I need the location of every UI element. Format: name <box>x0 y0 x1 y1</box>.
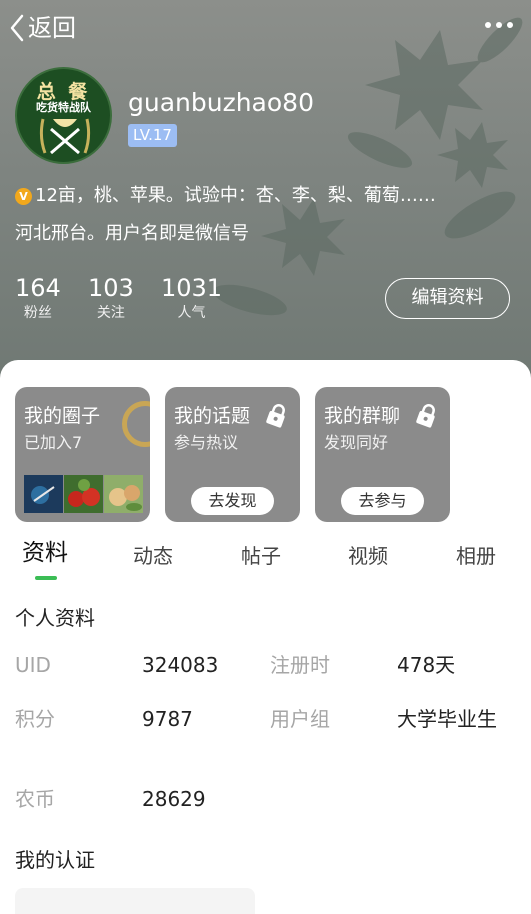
circle-thumbnail[interactable] <box>24 475 63 513</box>
join-button[interactable]: 去参与 <box>341 487 424 515</box>
field-label-registered: 注册时 <box>270 653 330 677</box>
field-value-coins: 28629 <box>142 787 206 811</box>
back-button[interactable]: 返回 <box>8 12 76 44</box>
stat-following[interactable]: 103 关注 <box>88 273 134 323</box>
bio: V 12亩，桃、苹果。试验中：杏、李、梨、葡萄…… <box>15 184 436 208</box>
card-subtitle: 参与热议 <box>174 433 239 452</box>
card-title: 我的群聊 <box>324 405 401 427</box>
field-value-user-group: 大学毕业生 <box>397 707 497 731</box>
lock-icon <box>416 404 435 428</box>
my-groups-card[interactable]: 我的群聊 发现同好 去参与 <box>315 387 450 522</box>
card-title: 我的话题 <box>174 405 251 427</box>
field-label-points: 积分 <box>15 707 55 731</box>
discover-button[interactable]: 去发现 <box>191 487 274 515</box>
tab-profile[interactable]: 资料 <box>22 538 68 568</box>
stat-value: 164 <box>15 274 61 302</box>
personal-info-title: 个人资料 <box>15 606 95 630</box>
chevron-left-icon <box>10 14 24 42</box>
stat-label: 粉丝 <box>23 305 52 321</box>
verified-badge-icon: V <box>15 187 32 205</box>
active-tab-indicator <box>35 576 57 580</box>
certification-title: 我的认证 <box>15 848 95 872</box>
card-subtitle: 已加入7 <box>24 433 83 452</box>
tab-album[interactable]: 相册 <box>456 541 496 571</box>
profile-header: 返回 总 餐 吃货特战队 guanbuzhao80 LV.17 V 12亩，桃、… <box>0 0 531 390</box>
lock-icon <box>266 404 285 428</box>
more-dots-icon[interactable] <box>485 22 513 28</box>
stat-popularity[interactable]: 1031 人气 <box>161 273 222 323</box>
profile-content: 我的圈子 已加入7 我的话题 参与热议 去发现 我的群聊 发现同好 去参与 资料… <box>0 360 531 914</box>
field-value-points: 9787 <box>142 707 193 731</box>
profile-tabs: 资料 动态 帖子 视频 相册 <box>0 538 531 582</box>
field-value-uid: 324083 <box>142 653 219 677</box>
field-label-user-group: 用户组 <box>270 707 330 731</box>
stat-label: 人气 <box>177 305 206 321</box>
certification-box[interactable] <box>15 888 255 914</box>
stat-fans[interactable]: 164 粉丝 <box>15 273 61 323</box>
stat-value: 103 <box>88 274 134 302</box>
level-badge: LV.17 <box>128 124 177 147</box>
location-text: 河北邢台。用户名即是微信号 <box>15 223 249 244</box>
avatar[interactable]: 总 餐 吃货特战队 <box>15 67 112 164</box>
card-subtitle: 发现同好 <box>324 433 389 452</box>
field-value-registered: 478天 <box>397 653 456 677</box>
my-circles-card[interactable]: 我的圈子 已加入7 <box>15 387 150 522</box>
bio-text: 12亩，桃、苹果。试验中：杏、李、梨、葡萄…… <box>35 185 436 206</box>
edit-profile-button[interactable]: 编辑资料 <box>385 278 510 319</box>
tab-videos[interactable]: 视频 <box>348 541 388 571</box>
tab-activity[interactable]: 动态 <box>133 541 173 571</box>
circle-thumbnail[interactable] <box>64 475 103 513</box>
card-title: 我的圈子 <box>24 405 101 427</box>
stat-label: 关注 <box>96 305 125 321</box>
circle-ring-icon <box>122 401 150 447</box>
my-topics-card[interactable]: 我的话题 参与热议 去发现 <box>165 387 300 522</box>
tab-posts[interactable]: 帖子 <box>241 541 281 571</box>
fork-knife-bowl-icon <box>39 118 91 155</box>
circle-thumbnails <box>24 475 143 513</box>
field-label-uid: UID <box>15 653 51 677</box>
stat-value: 1031 <box>161 274 223 302</box>
back-label: 返回 <box>28 14 76 42</box>
circle-thumbnail[interactable] <box>104 475 143 513</box>
username: guanbuzhao80 <box>128 88 314 117</box>
field-label-coins: 农币 <box>15 787 55 811</box>
